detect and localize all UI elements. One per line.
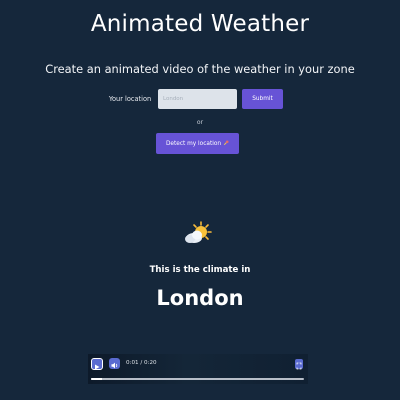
progress-fill	[91, 378, 102, 380]
location-label: Your location	[108, 95, 152, 103]
city-name: London	[156, 286, 244, 310]
volume-button[interactable]	[109, 358, 120, 369]
sun-behind-cloud-icon	[184, 220, 212, 246]
pin-icon	[223, 139, 229, 148]
video-player[interactable]: 0:01 / 0:20	[88, 354, 308, 384]
submit-button[interactable]: Submit	[242, 89, 283, 109]
fullscreen-icon	[296, 355, 302, 374]
page-title: Animated Weather	[90, 11, 310, 37]
time-display: 0:01 / 0:20	[126, 360, 157, 366]
detect-location-label: Detect my location	[165, 140, 222, 147]
page-subtitle: Create an animated video of the weather …	[45, 62, 355, 76]
play-icon	[94, 355, 100, 374]
progress-bar[interactable]	[91, 378, 304, 380]
play-button[interactable]	[91, 358, 103, 370]
page: Animated Weather Create an animated vide…	[0, 0, 400, 400]
or-divider-text: or	[196, 119, 204, 126]
climate-heading: This is the climate in	[149, 265, 251, 275]
fullscreen-button[interactable]	[295, 359, 303, 369]
detect-location-button[interactable]: Detect my location	[156, 133, 239, 154]
volume-icon	[111, 354, 119, 373]
location-input[interactable]	[158, 89, 237, 109]
